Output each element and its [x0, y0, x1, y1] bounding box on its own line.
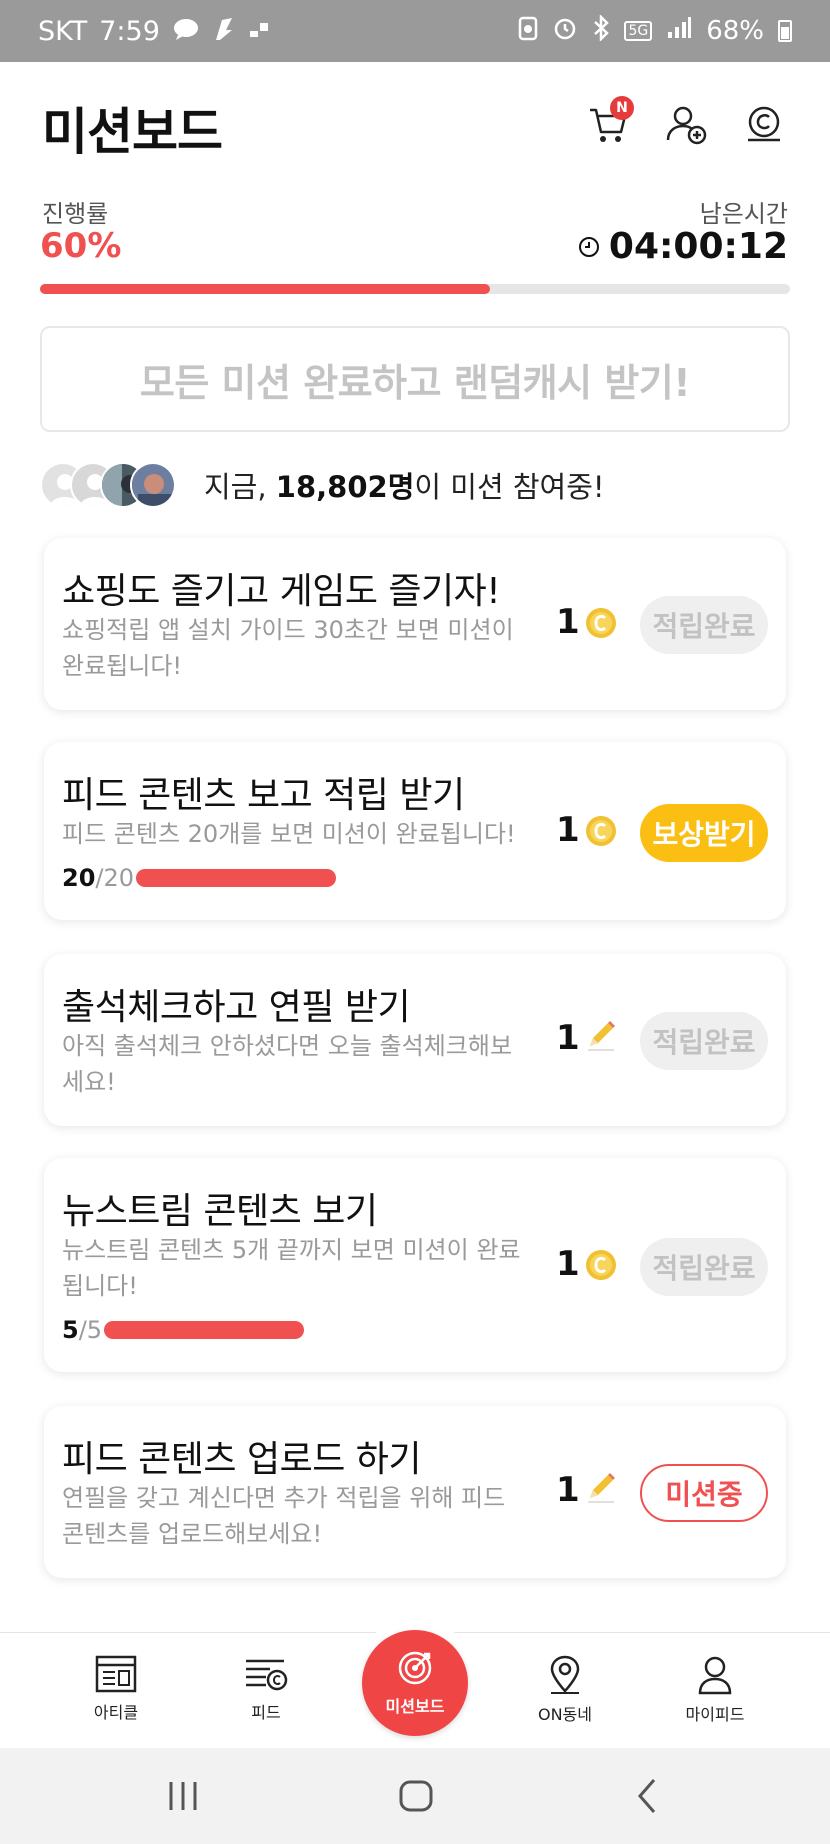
- mission-progress-bar: [136, 869, 337, 887]
- remaining-time: 04:00:12: [577, 226, 788, 267]
- nav-item-mission-board[interactable]: 미션보드: [362, 1630, 468, 1736]
- battery-icon: [778, 20, 792, 42]
- participants-row: 지금, 18,802명이 미션 참여중!: [40, 458, 605, 512]
- article-icon: [95, 1655, 137, 1693]
- avatar: [130, 462, 176, 508]
- pencil-icon: [588, 1021, 615, 1051]
- mission-progress-current: 5: [62, 1316, 79, 1344]
- remaining-time-value: 04:00:12: [608, 226, 788, 267]
- reward-count: 1: [556, 602, 580, 642]
- alarm-icon: [552, 15, 578, 48]
- cash-coin-icon: [748, 106, 780, 142]
- status-bar: SKT 7:59 5G 68%: [0, 0, 830, 62]
- mission-card[interactable]: 뉴스트림 콘텐츠 보기 뉴스트림 콘텐츠 5개 끝까지 보면 미션이 완료됩니다…: [44, 1158, 786, 1372]
- progress-label: 진행률: [42, 200, 109, 228]
- carrier-label: SKT: [38, 15, 88, 47]
- add-user-icon: [666, 106, 707, 145]
- mission-status-button[interactable]: 적립완료: [640, 596, 768, 654]
- mission-title: 뉴스트림 콘텐츠 보기: [62, 1191, 378, 1232]
- mission-description: 피드 콘텐츠 20개를 보면 미션이 완료됩니다!: [62, 820, 516, 848]
- progress-bar-fill: [40, 284, 490, 294]
- nav-item-feed[interactable]: 피드: [211, 1655, 321, 1723]
- mission-description: 연필을 갖고 계신다면 추가 적립을 위해 피드 콘텐츠를 업로드해보세요!: [62, 1484, 506, 1548]
- nav-item-article[interactable]: 아티클: [61, 1655, 171, 1723]
- nav-label-article: 아티클: [93, 1703, 139, 1722]
- mission-title: 출석체크하고 연필 받기: [62, 987, 411, 1028]
- recycle-icon: [518, 15, 538, 48]
- avatar-stack: [40, 462, 176, 508]
- home-icon[interactable]: [396, 1776, 436, 1816]
- mission-status-button[interactable]: 적립완료: [640, 1238, 768, 1296]
- clock-icon: [578, 236, 599, 257]
- mission-card[interactable]: 피드 콘텐츠 업로드 하기 연필을 갖고 계신다면 추가 적립을 위해 피드 콘…: [44, 1406, 786, 1578]
- mission-progress-bar: [104, 1321, 305, 1339]
- target-icon: [398, 1651, 432, 1685]
- clock: 7:59: [99, 15, 160, 47]
- recent-apps-icon[interactable]: [166, 1776, 200, 1816]
- coin-icon: [586, 608, 616, 638]
- chat-notification-icon: [172, 17, 200, 45]
- reward-count: 1: [556, 1244, 580, 1284]
- signal-icon: [666, 16, 692, 47]
- all-missions-reward-banner[interactable]: 모든 미션 완료하고 랜덤캐시 받기!: [40, 326, 790, 432]
- mission-progress-total: /20: [95, 864, 135, 892]
- mission-progress: 20/20: [62, 864, 337, 892]
- profile-icon: [698, 1656, 732, 1695]
- invite-friend-button[interactable]: [662, 100, 710, 148]
- cash-button[interactable]: [740, 100, 788, 148]
- reward-count: 1: [556, 810, 580, 850]
- mission-card[interactable]: 피드 콘텐츠 보고 적립 받기 피드 콘텐츠 20개를 보면 미션이 완료됩니다…: [44, 742, 786, 920]
- feed-icon: [246, 1659, 288, 1691]
- progress-bar: [40, 284, 790, 294]
- mission-card[interactable]: 쇼핑도 즐기고 게임도 즐기자! 쇼핑적립 앱 설치 가이드 30초간 보면 미…: [44, 538, 786, 710]
- coin-icon: [586, 816, 616, 846]
- nav-label-on-dongne: ON동네: [537, 1705, 592, 1724]
- pencil-icon: [588, 1473, 615, 1503]
- mission-title: 쇼핑도 즐기고 게임도 즐기자!: [62, 571, 501, 612]
- mission-title: 피드 콘텐츠 보고 적립 받기: [62, 775, 465, 816]
- reward-count: 1: [556, 1018, 580, 1058]
- bluetooth-icon: [592, 13, 610, 48]
- mission-progress-current: 20: [62, 864, 96, 892]
- mission-card[interactable]: 출석체크하고 연필 받기 아직 출석체크 안하셨다면 오늘 출석체크해보세요! …: [44, 954, 786, 1126]
- mission-progress-total: /5: [78, 1316, 103, 1344]
- system-nav-bar: [0, 1748, 830, 1844]
- nav-item-on-dongne[interactable]: ON동네: [510, 1655, 620, 1725]
- claim-reward-button[interactable]: 보상받기: [640, 804, 768, 862]
- nav-label-mission-board: 미션보드: [385, 1697, 445, 1716]
- nav-item-my-feed[interactable]: 마이피드: [660, 1655, 770, 1725]
- location-pin-icon: [550, 1655, 580, 1694]
- mission-title: 피드 콘텐츠 업로드 하기: [62, 1439, 422, 1480]
- mission-description: 아직 출석체크 안하셨다면 오늘 출석체크해보세요!: [62, 1032, 513, 1096]
- participants-suffix: 이 미션 참여중!: [414, 470, 605, 504]
- nav-label-feed: 피드: [251, 1703, 281, 1722]
- nav-label-my-feed: 마이피드: [685, 1705, 745, 1724]
- mission-progress: 5/5: [62, 1316, 305, 1344]
- remaining-time-label: 남은시간: [699, 200, 788, 228]
- app-notification-icon: [212, 16, 236, 46]
- cart-badge: N: [610, 96, 634, 120]
- back-icon[interactable]: [632, 1776, 662, 1816]
- mission-description: 쇼핑적립 앱 설치 가이드 30초간 보면 미션이 완료됩니다!: [62, 616, 514, 680]
- battery-percent: 68%: [706, 16, 764, 46]
- network-type: 5G: [624, 21, 653, 41]
- progress-value: 60%: [40, 226, 122, 266]
- participants-count-text: 지금, 18,802명이 미션 참여중!: [204, 464, 605, 506]
- participants-prefix: 지금,: [204, 470, 276, 504]
- mission-in-progress-button[interactable]: 미션중: [640, 1464, 768, 1522]
- coin-icon: [586, 1250, 616, 1280]
- participants-count: 18,802명: [275, 470, 415, 504]
- mission-description: 뉴스트림 콘텐츠 5개 끝까지 보면 미션이 완료됩니다!: [62, 1236, 521, 1300]
- reward-count: 1: [556, 1470, 580, 1510]
- cart-button[interactable]: N: [584, 96, 634, 148]
- mission-status-button[interactable]: 적립완료: [640, 1012, 768, 1070]
- step-notification-icon: [248, 19, 270, 43]
- page-title: 미션보드: [42, 103, 223, 161]
